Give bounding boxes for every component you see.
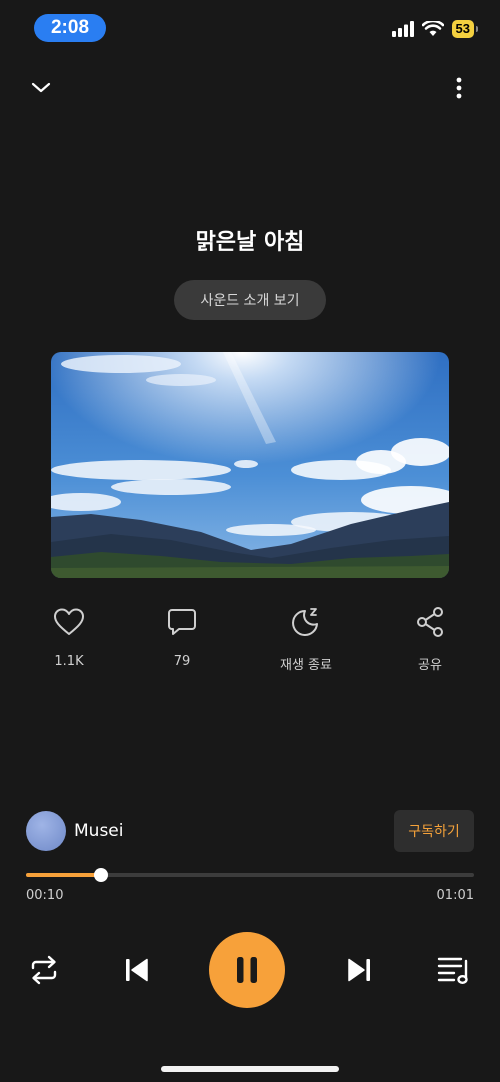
repeat-icon	[31, 955, 57, 985]
heart-icon	[54, 608, 84, 635]
artist-name[interactable]: Musei	[74, 821, 123, 841]
duration-time: 01:01	[436, 888, 474, 903]
playlist-icon	[437, 957, 468, 985]
playlist-button[interactable]	[434, 952, 474, 988]
sky-and-mountains-image	[51, 352, 449, 578]
subscribe-button[interactable]: 구독하기	[394, 810, 474, 852]
comment-icon	[168, 609, 196, 635]
sleep-timer-button[interactable]: 재생 종료	[261, 604, 351, 673]
artist-avatar[interactable]	[26, 811, 66, 851]
next-button[interactable]	[342, 952, 378, 988]
previous-button[interactable]	[118, 952, 154, 988]
progress-fill	[26, 873, 101, 877]
sleep-timer-label: 재생 종료	[280, 658, 332, 673]
playback-controls	[0, 930, 500, 1010]
current-time: 00:10	[26, 888, 64, 903]
progress-thumb[interactable]	[93, 868, 108, 882]
share-label: 공유	[418, 658, 442, 673]
sound-intro-button[interactable]: 사운드 소개 보기	[174, 280, 326, 320]
cellular-signal-icon	[391, 21, 414, 37]
track-artwork	[51, 352, 449, 578]
more-options-button[interactable]	[441, 70, 477, 106]
wifi-icon	[421, 21, 444, 36]
pause-button[interactable]	[209, 932, 285, 1008]
home-indicator[interactable]	[161, 1066, 339, 1072]
status-bar: 2:08 53	[0, 0, 500, 56]
chevron-down-icon	[31, 82, 51, 93]
comment-count: 79	[173, 654, 191, 669]
repeat-button[interactable]	[26, 952, 62, 988]
collapse-button[interactable]	[23, 70, 59, 106]
pause-icon	[237, 957, 257, 983]
track-title: 맑은날 아침	[195, 230, 305, 255]
share-icon	[417, 607, 443, 637]
like-count: 1.1K	[54, 654, 84, 669]
like-button[interactable]: 1.1K	[24, 604, 114, 669]
battery-indicator: 53	[451, 20, 479, 38]
status-icons: 53	[391, 20, 479, 38]
action-row: 1.1K 79 재생 종료 공유	[0, 604, 500, 674]
previous-track-icon	[126, 958, 148, 982]
next-track-icon	[348, 958, 370, 982]
more-vertical-icon	[456, 77, 462, 99]
progress-bar[interactable]	[26, 868, 474, 882]
sleep-moon-icon	[292, 608, 318, 636]
artist-row: Musei 구독하기	[26, 810, 474, 852]
comment-button[interactable]: 79	[137, 604, 227, 669]
share-button[interactable]: 공유	[385, 604, 475, 673]
status-time: 2:08	[34, 14, 106, 42]
